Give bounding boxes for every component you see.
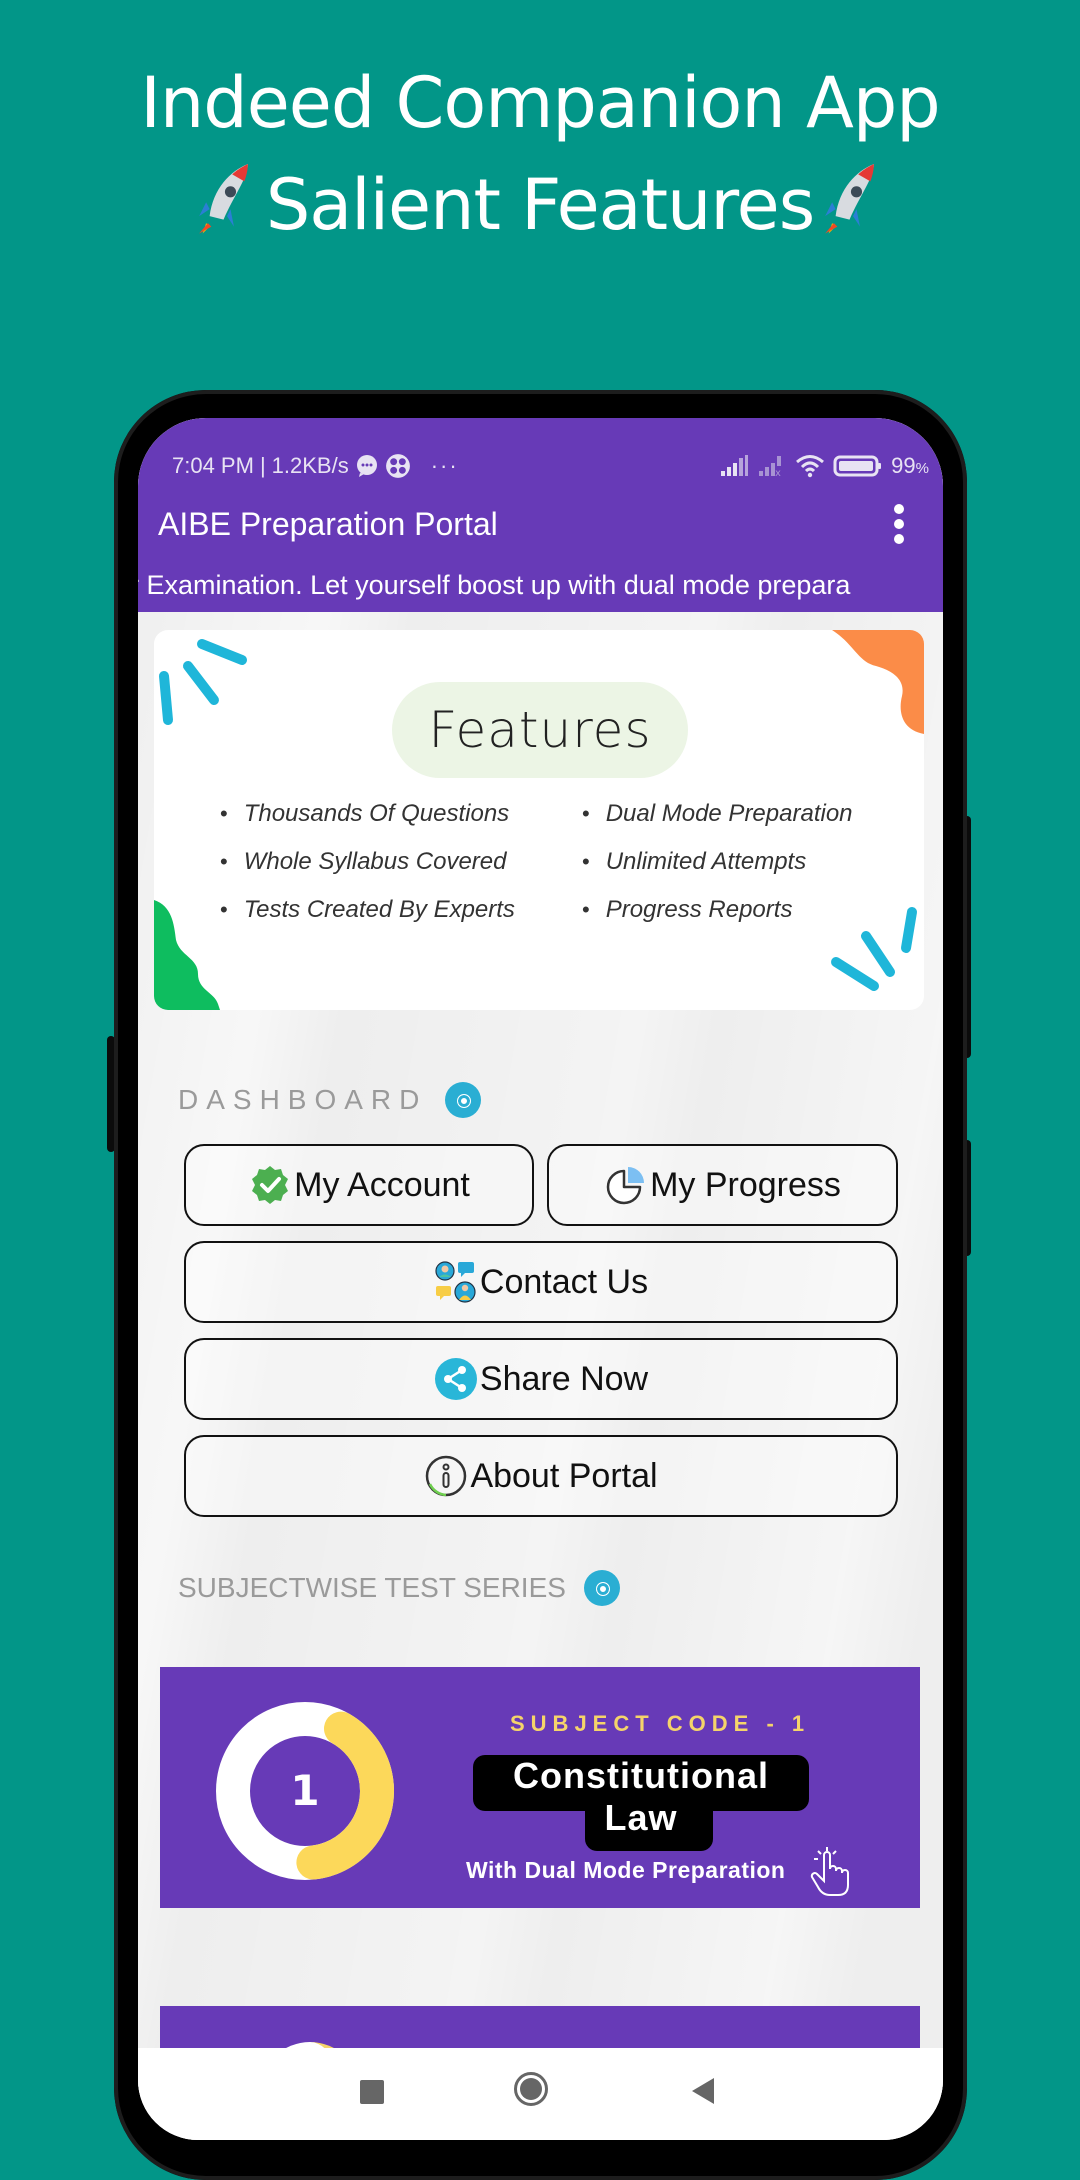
feature-item: Dual Mode Preparation xyxy=(582,790,853,838)
tap-hand-icon xyxy=(810,1847,849,1896)
verified-check-icon xyxy=(252,1166,289,1204)
subject-name: Constitutional Law xyxy=(513,1755,769,1838)
contact-people-icon xyxy=(435,1261,476,1303)
recents-button[interactable] xyxy=(360,2080,384,2104)
decor-stroke-top-left xyxy=(159,639,247,725)
message-icon xyxy=(356,455,377,477)
system-nav-bar xyxy=(138,2048,943,2140)
my-progress-label: My Progress xyxy=(650,1165,841,1204)
status-bar: 7:04 PM | 1.2KB/s ··· x 99% xyxy=(172,446,929,486)
location-pin-icon xyxy=(445,1082,482,1118)
app-icon xyxy=(385,454,410,478)
back-button[interactable] xyxy=(692,2078,714,2104)
subject-number: 1 xyxy=(290,1766,319,1815)
subjectwise-heading: SUBJECTWISE TEST SERIES xyxy=(178,1570,620,1606)
wifi-icon xyxy=(796,455,825,478)
subject-card[interactable]: 1 SUBJECT CODE - 1 Constitutional Law Wi… xyxy=(160,1667,920,1908)
subject-subtitle: With Dual Mode Preparation xyxy=(466,1857,786,1883)
svg-text:x: x xyxy=(775,468,781,477)
features-heading: Features xyxy=(392,682,688,778)
status-time: 7:04 PM xyxy=(172,453,254,478)
contact-us-label: Contact Us xyxy=(479,1262,649,1301)
my-progress-button[interactable]: My Progress xyxy=(547,1144,898,1226)
subject-number-ring: 1 xyxy=(216,1701,394,1880)
pie-chart-icon xyxy=(606,1167,645,1205)
share-icon xyxy=(434,1358,477,1400)
dashboard-heading: DASHBOARD xyxy=(178,1082,482,1118)
features-list-left: Thousands Of Questions Whole Syllabus Co… xyxy=(220,790,515,934)
promo-title-line2-text: Salient Features xyxy=(265,164,815,246)
location-pin-icon xyxy=(583,1570,620,1606)
subject-code: SUBJECT CODE - 1 xyxy=(510,1711,811,1736)
feature-item: Whole Syllabus Covered xyxy=(220,838,515,886)
share-now-label: Share Now xyxy=(479,1359,649,1398)
my-account-label: My Account xyxy=(294,1165,470,1204)
features-list-right: Dual Mode Preparation Unlimited Attempts… xyxy=(582,790,853,934)
rocket-icon xyxy=(825,163,875,234)
signal-icon xyxy=(721,455,749,476)
dashboard-label: DASHBOARD xyxy=(178,1084,428,1115)
app-bar: 7:04 PM | 1.2KB/s ··· x 99% AIBE Prepara… xyxy=(138,418,943,612)
more-vert-icon[interactable] xyxy=(889,504,909,544)
about-portal-button[interactable]: About Portal xyxy=(184,1435,898,1517)
feature-item: Unlimited Attempts xyxy=(582,838,853,886)
battery-icon xyxy=(833,455,882,477)
subjectwise-label: SUBJECTWISE TEST SERIES xyxy=(178,1572,566,1603)
promo-title: Indeed Companion App Salient Features xyxy=(0,52,1080,256)
feature-item: Thousands Of Questions xyxy=(220,790,515,838)
status-net-speed: 1.2KB/s xyxy=(271,453,349,478)
feature-item: Progress Reports xyxy=(582,886,853,934)
feature-item: Tests Created By Experts xyxy=(220,886,515,934)
rocket-icon xyxy=(199,163,248,234)
home-button[interactable] xyxy=(514,2072,548,2106)
battery-percent: 99% xyxy=(891,453,929,478)
features-banner: Features Thousands Of Questions Whole Sy… xyxy=(154,630,924,1010)
promo-title-line1: Indeed Companion App xyxy=(140,62,941,144)
signal-no-sim-icon: x xyxy=(759,456,782,477)
app-title: AIBE Preparation Portal xyxy=(158,506,498,542)
share-now-button[interactable]: Share Now xyxy=(184,1338,898,1420)
my-account-button[interactable]: My Account xyxy=(184,1144,534,1226)
about-portal-label: About Portal xyxy=(470,1456,658,1495)
marquee-text: r Examination. Let yourself boost up wit… xyxy=(138,570,851,600)
contact-us-button[interactable]: Contact Us xyxy=(184,1241,898,1323)
info-icon xyxy=(426,1455,467,1497)
promo-title-line2: Salient Features xyxy=(0,154,1080,256)
decor-blob-orange xyxy=(832,630,924,734)
status-more: ··· xyxy=(430,453,459,478)
status-separator: | xyxy=(259,453,266,478)
phone-screen: 7:04 PM | 1.2KB/s ··· x 99% AIBE Prepara… xyxy=(138,418,943,2140)
